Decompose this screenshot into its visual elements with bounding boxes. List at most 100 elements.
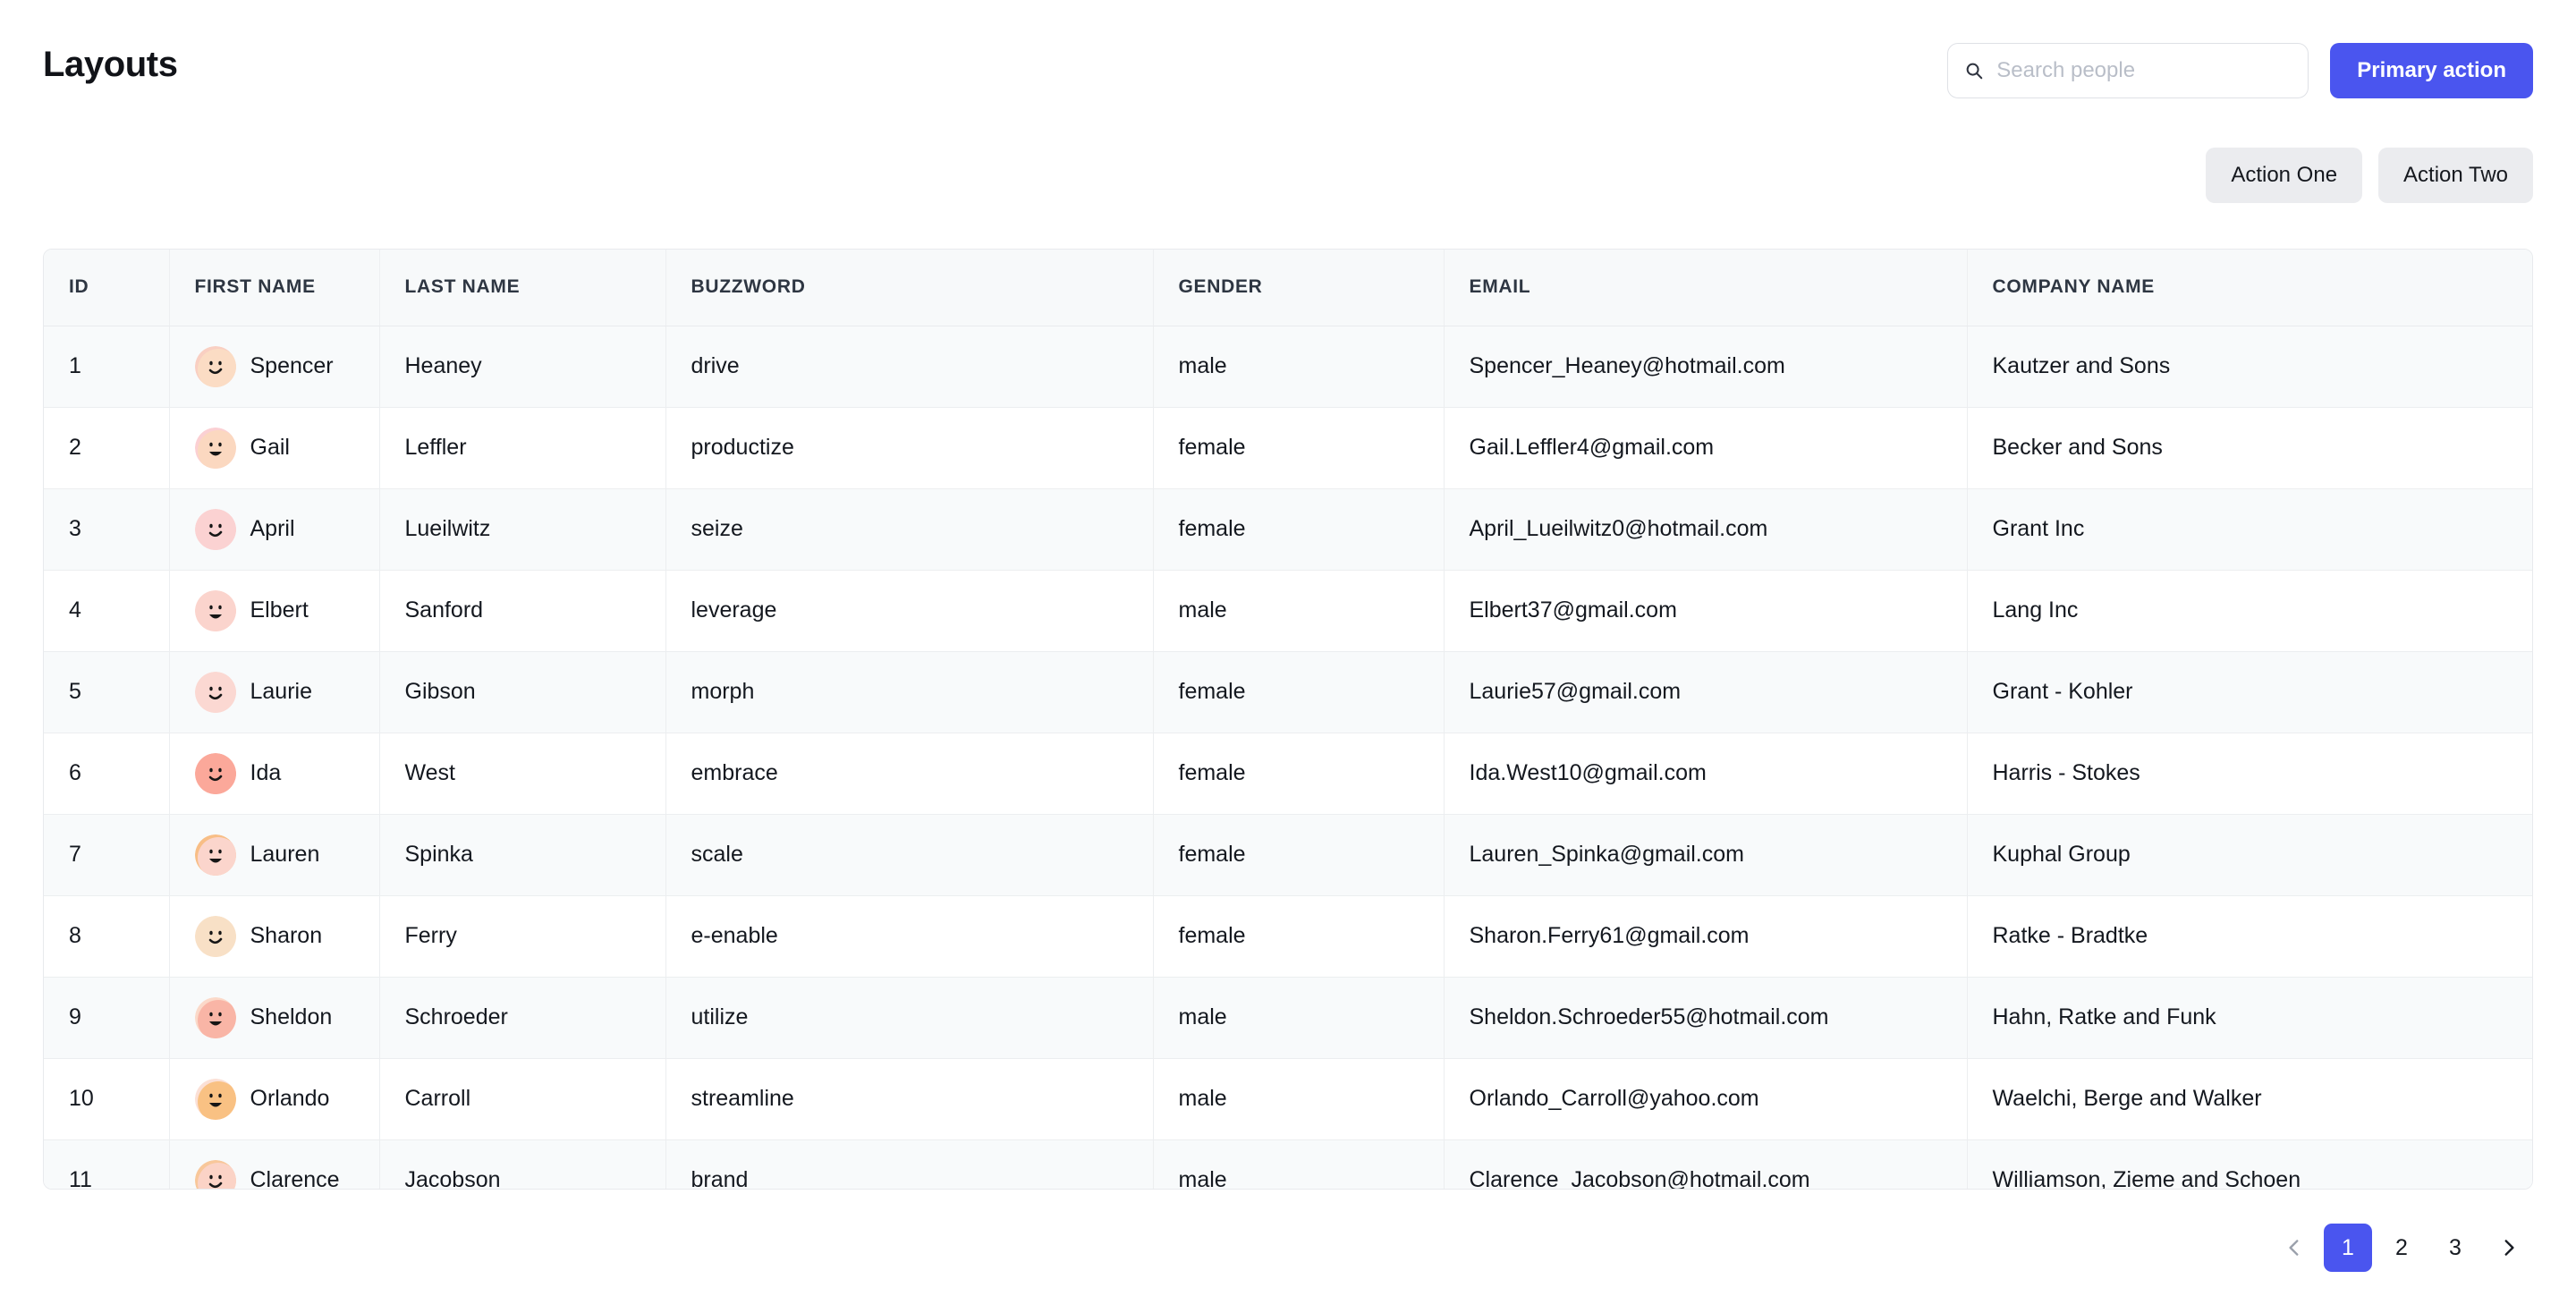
people-table: ID FIRST NAME LAST NAME BUZZWORD GENDER … (44, 250, 2533, 1190)
first-name-label: Orlando (250, 1086, 330, 1112)
column-header-last-name[interactable]: LAST NAME (379, 250, 665, 326)
avatar-face-icon (195, 916, 236, 957)
cell-email: Orlando_Carroll@yahoo.com (1444, 1058, 1967, 1139)
avatar-face-icon (195, 346, 236, 387)
cell-email: Spencer_Heaney@hotmail.com (1444, 326, 1967, 407)
table-row[interactable]: 2GailLefflerproductizefemaleGail.Leffler… (44, 407, 2533, 488)
pagination-page-3[interactable]: 3 (2431, 1224, 2479, 1272)
cell-first-name: Gail (169, 407, 379, 488)
cell-id: 5 (44, 651, 169, 733)
cell-buzzword: leverage (665, 570, 1153, 651)
cell-email: Sheldon.Schroeder55@hotmail.com (1444, 977, 1967, 1058)
cell-first-name: Lauren (169, 814, 379, 895)
pagination-page-2[interactable]: 2 (2377, 1224, 2426, 1272)
cell-last-name: Leffler (379, 407, 665, 488)
cell-buzzword: embrace (665, 733, 1153, 814)
table-row[interactable]: 3AprilLueilwitzseizefemaleApril_Lueilwit… (44, 488, 2533, 570)
table-row[interactable]: 5LaurieGibsonmorphfemaleLaurie57@gmail.c… (44, 651, 2533, 733)
cell-first-name: Sheldon (169, 977, 379, 1058)
first-name-label: Laurie (250, 679, 313, 705)
chevron-left-icon (2283, 1236, 2306, 1259)
pagination-page-1[interactable]: 1 (2324, 1224, 2372, 1272)
search-input[interactable] (1996, 58, 2292, 83)
cell-gender: female (1153, 733, 1444, 814)
cell-last-name: Spinka (379, 814, 665, 895)
cell-first-name: Laurie (169, 651, 379, 733)
cell-company: Grant Inc (1967, 488, 2533, 570)
search-box[interactable] (1947, 43, 2309, 98)
cell-email: Ida.West10@gmail.com (1444, 733, 1967, 814)
avatar-face-icon (195, 1160, 236, 1190)
cell-buzzword: scale (665, 814, 1153, 895)
table-row[interactable]: 9SheldonSchroederutilizemaleSheldon.Schr… (44, 977, 2533, 1058)
cell-company: Ratke - Bradtke (1967, 895, 2533, 977)
chevron-right-icon (2497, 1236, 2521, 1259)
table-row[interactable]: 7LaurenSpinkascalefemaleLauren_Spinka@gm… (44, 814, 2533, 895)
cell-id: 6 (44, 733, 169, 814)
table-row[interactable]: 11ClarenceJacobsonbrandmaleClarence_Jaco… (44, 1139, 2533, 1190)
cell-buzzword: productize (665, 407, 1153, 488)
cell-id: 1 (44, 326, 169, 407)
search-icon (1964, 61, 1984, 80)
cell-first-name: Elbert (169, 570, 379, 651)
table-header-row: ID FIRST NAME LAST NAME BUZZWORD GENDER … (44, 250, 2533, 326)
cell-buzzword: morph (665, 651, 1153, 733)
cell-first-name: Clarence (169, 1139, 379, 1190)
cell-company: Kuphal Group (1967, 814, 2533, 895)
cell-email: Sharon.Ferry61@gmail.com (1444, 895, 1967, 977)
avatar-face-icon (195, 997, 236, 1038)
cell-last-name: Jacobson (379, 1139, 665, 1190)
pagination-page-buttons: 123 (2324, 1224, 2479, 1272)
first-name-label: Sheldon (250, 1004, 333, 1030)
cell-first-name: April (169, 488, 379, 570)
cell-buzzword: seize (665, 488, 1153, 570)
avatar-face-icon (195, 753, 236, 794)
cell-company: Williamson, Zieme and Schoen (1967, 1139, 2533, 1190)
avatar-face-icon (195, 1079, 236, 1120)
column-header-company[interactable]: COMPANY NAME (1967, 250, 2533, 326)
table-body: 1SpencerHeaneydrivemaleSpencer_Heaney@ho… (44, 326, 2533, 1190)
cell-buzzword: utilize (665, 977, 1153, 1058)
first-name-label: April (250, 516, 295, 542)
first-name-label: Clarence (250, 1167, 340, 1190)
table-row[interactable]: 1SpencerHeaneydrivemaleSpencer_Heaney@ho… (44, 326, 2533, 407)
first-name-label: Gail (250, 435, 290, 461)
avatar-face-icon (195, 428, 236, 469)
pagination-next-button[interactable] (2485, 1224, 2533, 1272)
cell-company: Hahn, Ratke and Funk (1967, 977, 2533, 1058)
primary-action-button[interactable]: Primary action (2330, 43, 2533, 98)
action-one-button[interactable]: Action One (2206, 148, 2362, 203)
column-header-id[interactable]: ID (44, 250, 169, 326)
table-row[interactable]: 10OrlandoCarrollstreamlinemaleOrlando_Ca… (44, 1058, 2533, 1139)
cell-email: Lauren_Spinka@gmail.com (1444, 814, 1967, 895)
column-header-buzzword[interactable]: BUZZWORD (665, 250, 1153, 326)
cell-email: Laurie57@gmail.com (1444, 651, 1967, 733)
cell-gender: female (1153, 488, 1444, 570)
cell-id: 10 (44, 1058, 169, 1139)
cell-gender: female (1153, 407, 1444, 488)
column-header-gender[interactable]: GENDER (1153, 250, 1444, 326)
cell-company: Harris - Stokes (1967, 733, 2533, 814)
table-row[interactable]: 8SharonFerrye-enablefemaleSharon.Ferry61… (44, 895, 2533, 977)
cell-id: 8 (44, 895, 169, 977)
cell-gender: male (1153, 1139, 1444, 1190)
pagination-prev-button[interactable] (2270, 1224, 2318, 1272)
cell-buzzword: e-enable (665, 895, 1153, 977)
cell-first-name: Spencer (169, 326, 379, 407)
avatar-face-icon (195, 509, 236, 550)
cell-last-name: West (379, 733, 665, 814)
app-root: Layouts Primary action Action One Action… (0, 0, 2576, 1313)
cell-last-name: Schroeder (379, 977, 665, 1058)
table-row[interactable]: 4ElbertSanfordleveragemaleElbert37@gmail… (44, 570, 2533, 651)
cell-last-name: Sanford (379, 570, 665, 651)
first-name-label: Spencer (250, 353, 334, 379)
column-header-first-name[interactable]: FIRST NAME (169, 250, 379, 326)
column-header-email[interactable]: EMAIL (1444, 250, 1967, 326)
cell-email: April_Lueilwitz0@hotmail.com (1444, 488, 1967, 570)
header-actions: Primary action (1947, 43, 2533, 98)
action-two-button[interactable]: Action Two (2378, 148, 2533, 203)
cell-id: 11 (44, 1139, 169, 1190)
table-row[interactable]: 6IdaWestembracefemaleIda.West10@gmail.co… (44, 733, 2533, 814)
cell-email: Gail.Leffler4@gmail.com (1444, 407, 1967, 488)
cell-first-name: Orlando (169, 1058, 379, 1139)
